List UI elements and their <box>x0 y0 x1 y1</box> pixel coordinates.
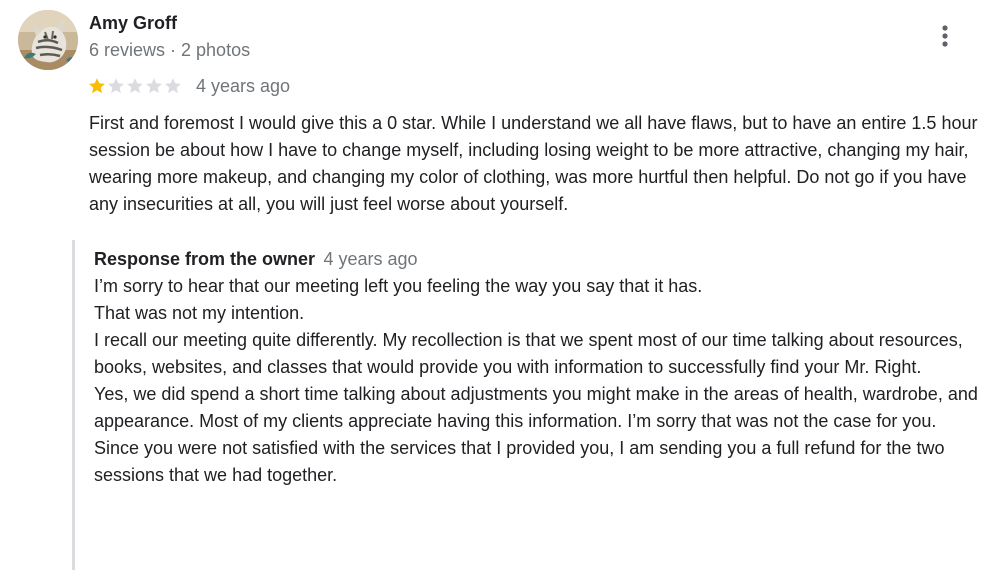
owner-response: Response from the owner 4 years ago I’m … <box>72 240 1006 570</box>
response-title: Response from the owner <box>94 249 316 269</box>
star-empty-icon <box>127 78 143 94</box>
review-card: Amy Groff 6 reviews · 2 photos 4 years a… <box>0 0 1006 570</box>
review-date: 4 years ago <box>196 76 291 96</box>
more-options-button[interactable] <box>930 18 960 54</box>
star-empty-icon <box>146 78 162 94</box>
star-empty-icon <box>165 78 181 94</box>
response-date: 4 years ago <box>323 249 418 269</box>
author-meta: 6 reviews · 2 photos <box>89 40 251 60</box>
author-name[interactable]: Amy Groff <box>89 11 177 35</box>
response-paragraph: Yes, we did spend a short time talking a… <box>94 384 978 431</box>
response-paragraph: I recall our meeting quite differently. … <box>94 330 963 377</box>
response-text: I’m sorry to hear that our meeting left … <box>94 273 999 489</box>
star-empty-icon <box>108 78 124 94</box>
star-filled-icon <box>89 78 105 94</box>
response-paragraph: That was not my intention. <box>94 303 305 323</box>
response-paragraph: Since you were not satisfied with the se… <box>94 438 945 485</box>
response-header: Response from the owner 4 years ago <box>94 246 418 274</box>
avatar[interactable] <box>18 10 78 70</box>
avatar-photo-icon <box>18 10 78 70</box>
more-vert-icon <box>942 25 948 47</box>
response-paragraph: I’m sorry to hear that our meeting left … <box>94 276 703 296</box>
rating-row: 4 years ago <box>88 73 290 99</box>
star-rating <box>88 77 183 95</box>
review-text: First and foremost I would give this a 0… <box>89 113 978 214</box>
